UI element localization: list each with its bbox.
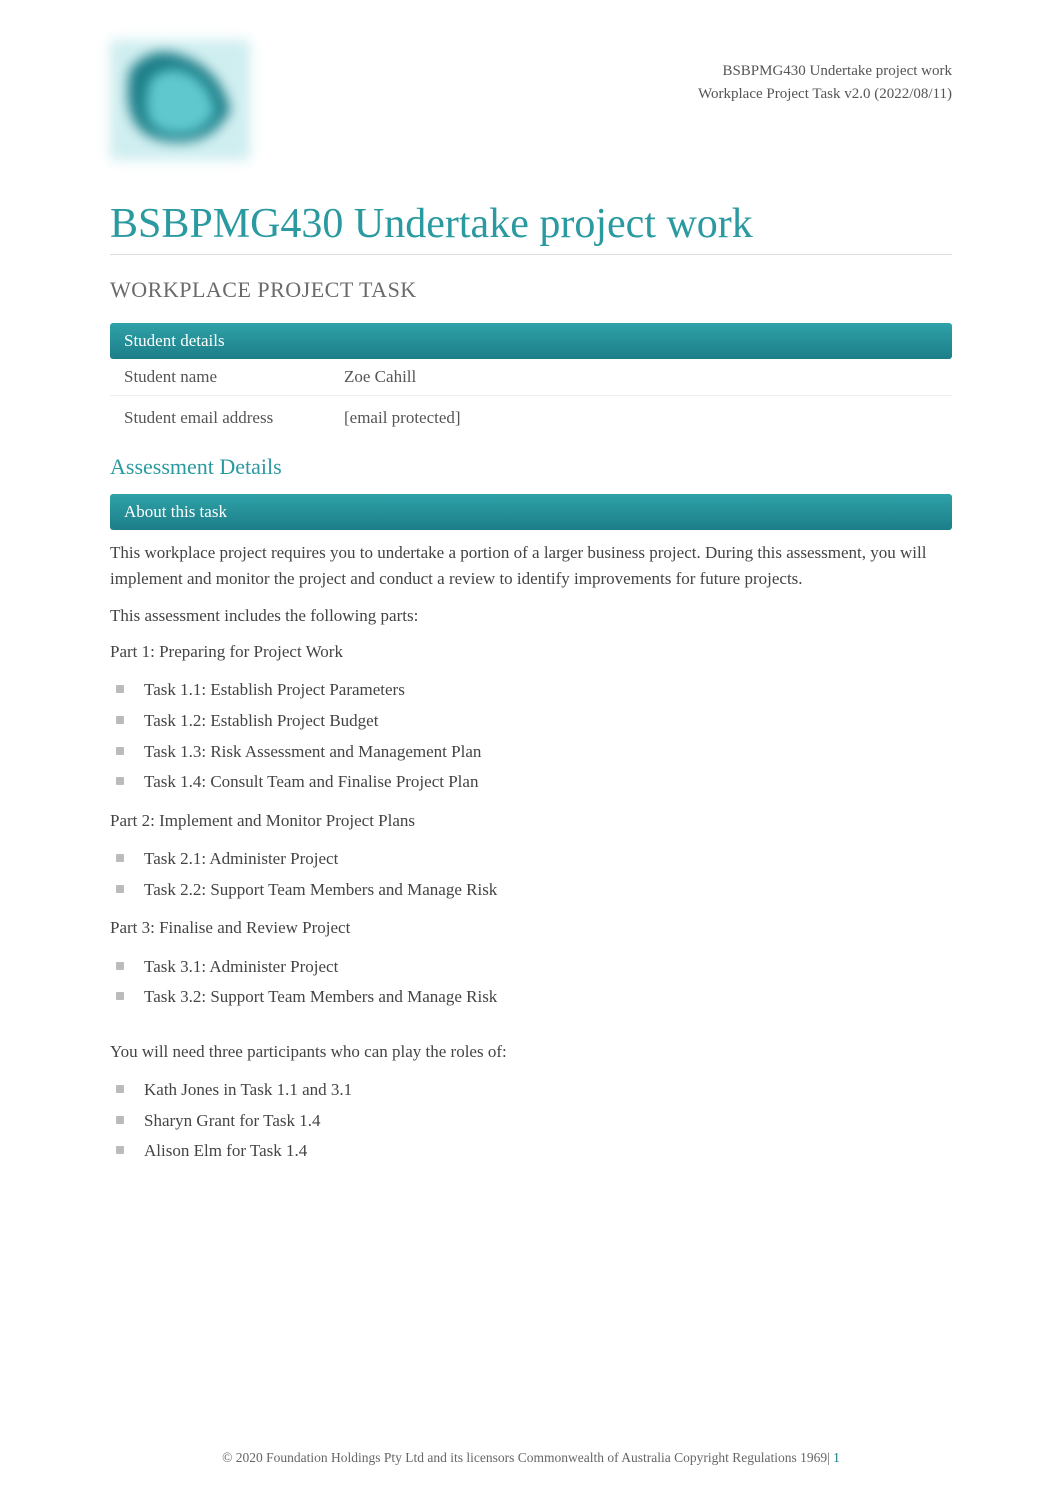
student-details-banner: Student details	[110, 323, 952, 359]
assessment-details-heading: Assessment Details	[110, 454, 952, 480]
part1-title: Part 1: Preparing for Project Work	[110, 639, 952, 665]
footer-copyright: © 2020 Foundation Holdings Pty Ltd and i…	[222, 1450, 827, 1465]
page-footer: © 2020 Foundation Holdings Pty Ltd and i…	[0, 1450, 1062, 1466]
divider	[110, 395, 952, 396]
list-item: Task 1.1: Establish Project Parameters	[110, 675, 952, 706]
list-item: Task 3.2: Support Team Members and Manag…	[110, 982, 952, 1013]
part2-task-list: Task 2.1: Administer Project Task 2.2: S…	[110, 844, 952, 905]
header-task-version: Workplace Project Task v2.0 (2022/08/11)	[698, 83, 952, 106]
page-subtitle: WORKPLACE PROJECT TASK	[110, 277, 952, 303]
includes-line: This assessment includes the following p…	[110, 603, 952, 629]
student-email-row: Student email address [email protected]	[110, 400, 952, 432]
list-item: Alison Elm for Task 1.4	[110, 1136, 952, 1167]
about-intro-paragraph: This workplace project requires you to u…	[110, 540, 952, 593]
list-item: Kath Jones in Task 1.1 and 3.1	[110, 1075, 952, 1106]
header-unit-code: BSBPMG430 Undertake project work	[698, 60, 952, 83]
student-email-label: Student email address	[124, 408, 344, 428]
list-item: Sharyn Grant for Task 1.4	[110, 1106, 952, 1137]
list-item: Task 1.4: Consult Team and Finalise Proj…	[110, 767, 952, 798]
list-item: Task 3.1: Administer Project	[110, 952, 952, 983]
list-item: Task 2.2: Support Team Members and Manag…	[110, 875, 952, 906]
footer-page-number: 1	[833, 1450, 840, 1465]
participants-list: Kath Jones in Task 1.1 and 3.1 Sharyn Gr…	[110, 1075, 952, 1167]
page-title: BSBPMG430 Undertake project work	[110, 200, 952, 255]
student-name-row: Student name Zoe Cahill	[110, 359, 952, 391]
participants-intro: You will need three participants who can…	[110, 1039, 952, 1065]
part3-task-list: Task 3.1: Administer Project Task 3.2: S…	[110, 952, 952, 1013]
organisation-logo	[110, 40, 250, 160]
student-email-value: [email protected]	[344, 408, 938, 428]
about-task-banner: About this task	[110, 494, 952, 530]
list-item: Task 1.3: Risk Assessment and Management…	[110, 737, 952, 768]
student-name-label: Student name	[124, 367, 344, 387]
student-name-value: Zoe Cahill	[344, 367, 938, 387]
page: BSBPMG430 Undertake project work Workpla…	[0, 0, 1062, 1506]
list-item: Task 1.2: Establish Project Budget	[110, 706, 952, 737]
list-item: Task 2.1: Administer Project	[110, 844, 952, 875]
part2-title: Part 2: Implement and Monitor Project Pl…	[110, 808, 952, 834]
part3-title: Part 3: Finalise and Review Project	[110, 915, 952, 941]
document-header-meta: BSBPMG430 Undertake project work Workpla…	[698, 60, 952, 105]
part1-task-list: Task 1.1: Establish Project Parameters T…	[110, 675, 952, 797]
document-content: BSBPMG430 Undertake project work WORKPLA…	[110, 200, 952, 1167]
